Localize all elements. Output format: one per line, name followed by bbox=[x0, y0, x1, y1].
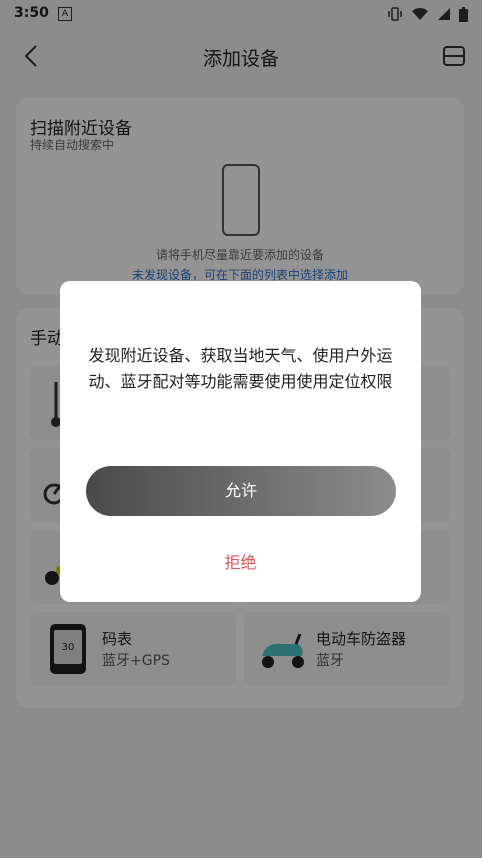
dialog-message: 发现附近设备、获取当地天气、使用户外运动、蓝牙配对等功能需要使用使用定位权限 bbox=[88, 346, 393, 391]
deny-button[interactable]: 拒绝 bbox=[60, 549, 421, 573]
allow-button[interactable]: 允许 bbox=[86, 466, 396, 516]
location-permission-dialog: 发现附近设备、获取当地天气、使用户外运动、蓝牙配对等功能需要使用使用定位权限 允… bbox=[60, 281, 421, 602]
